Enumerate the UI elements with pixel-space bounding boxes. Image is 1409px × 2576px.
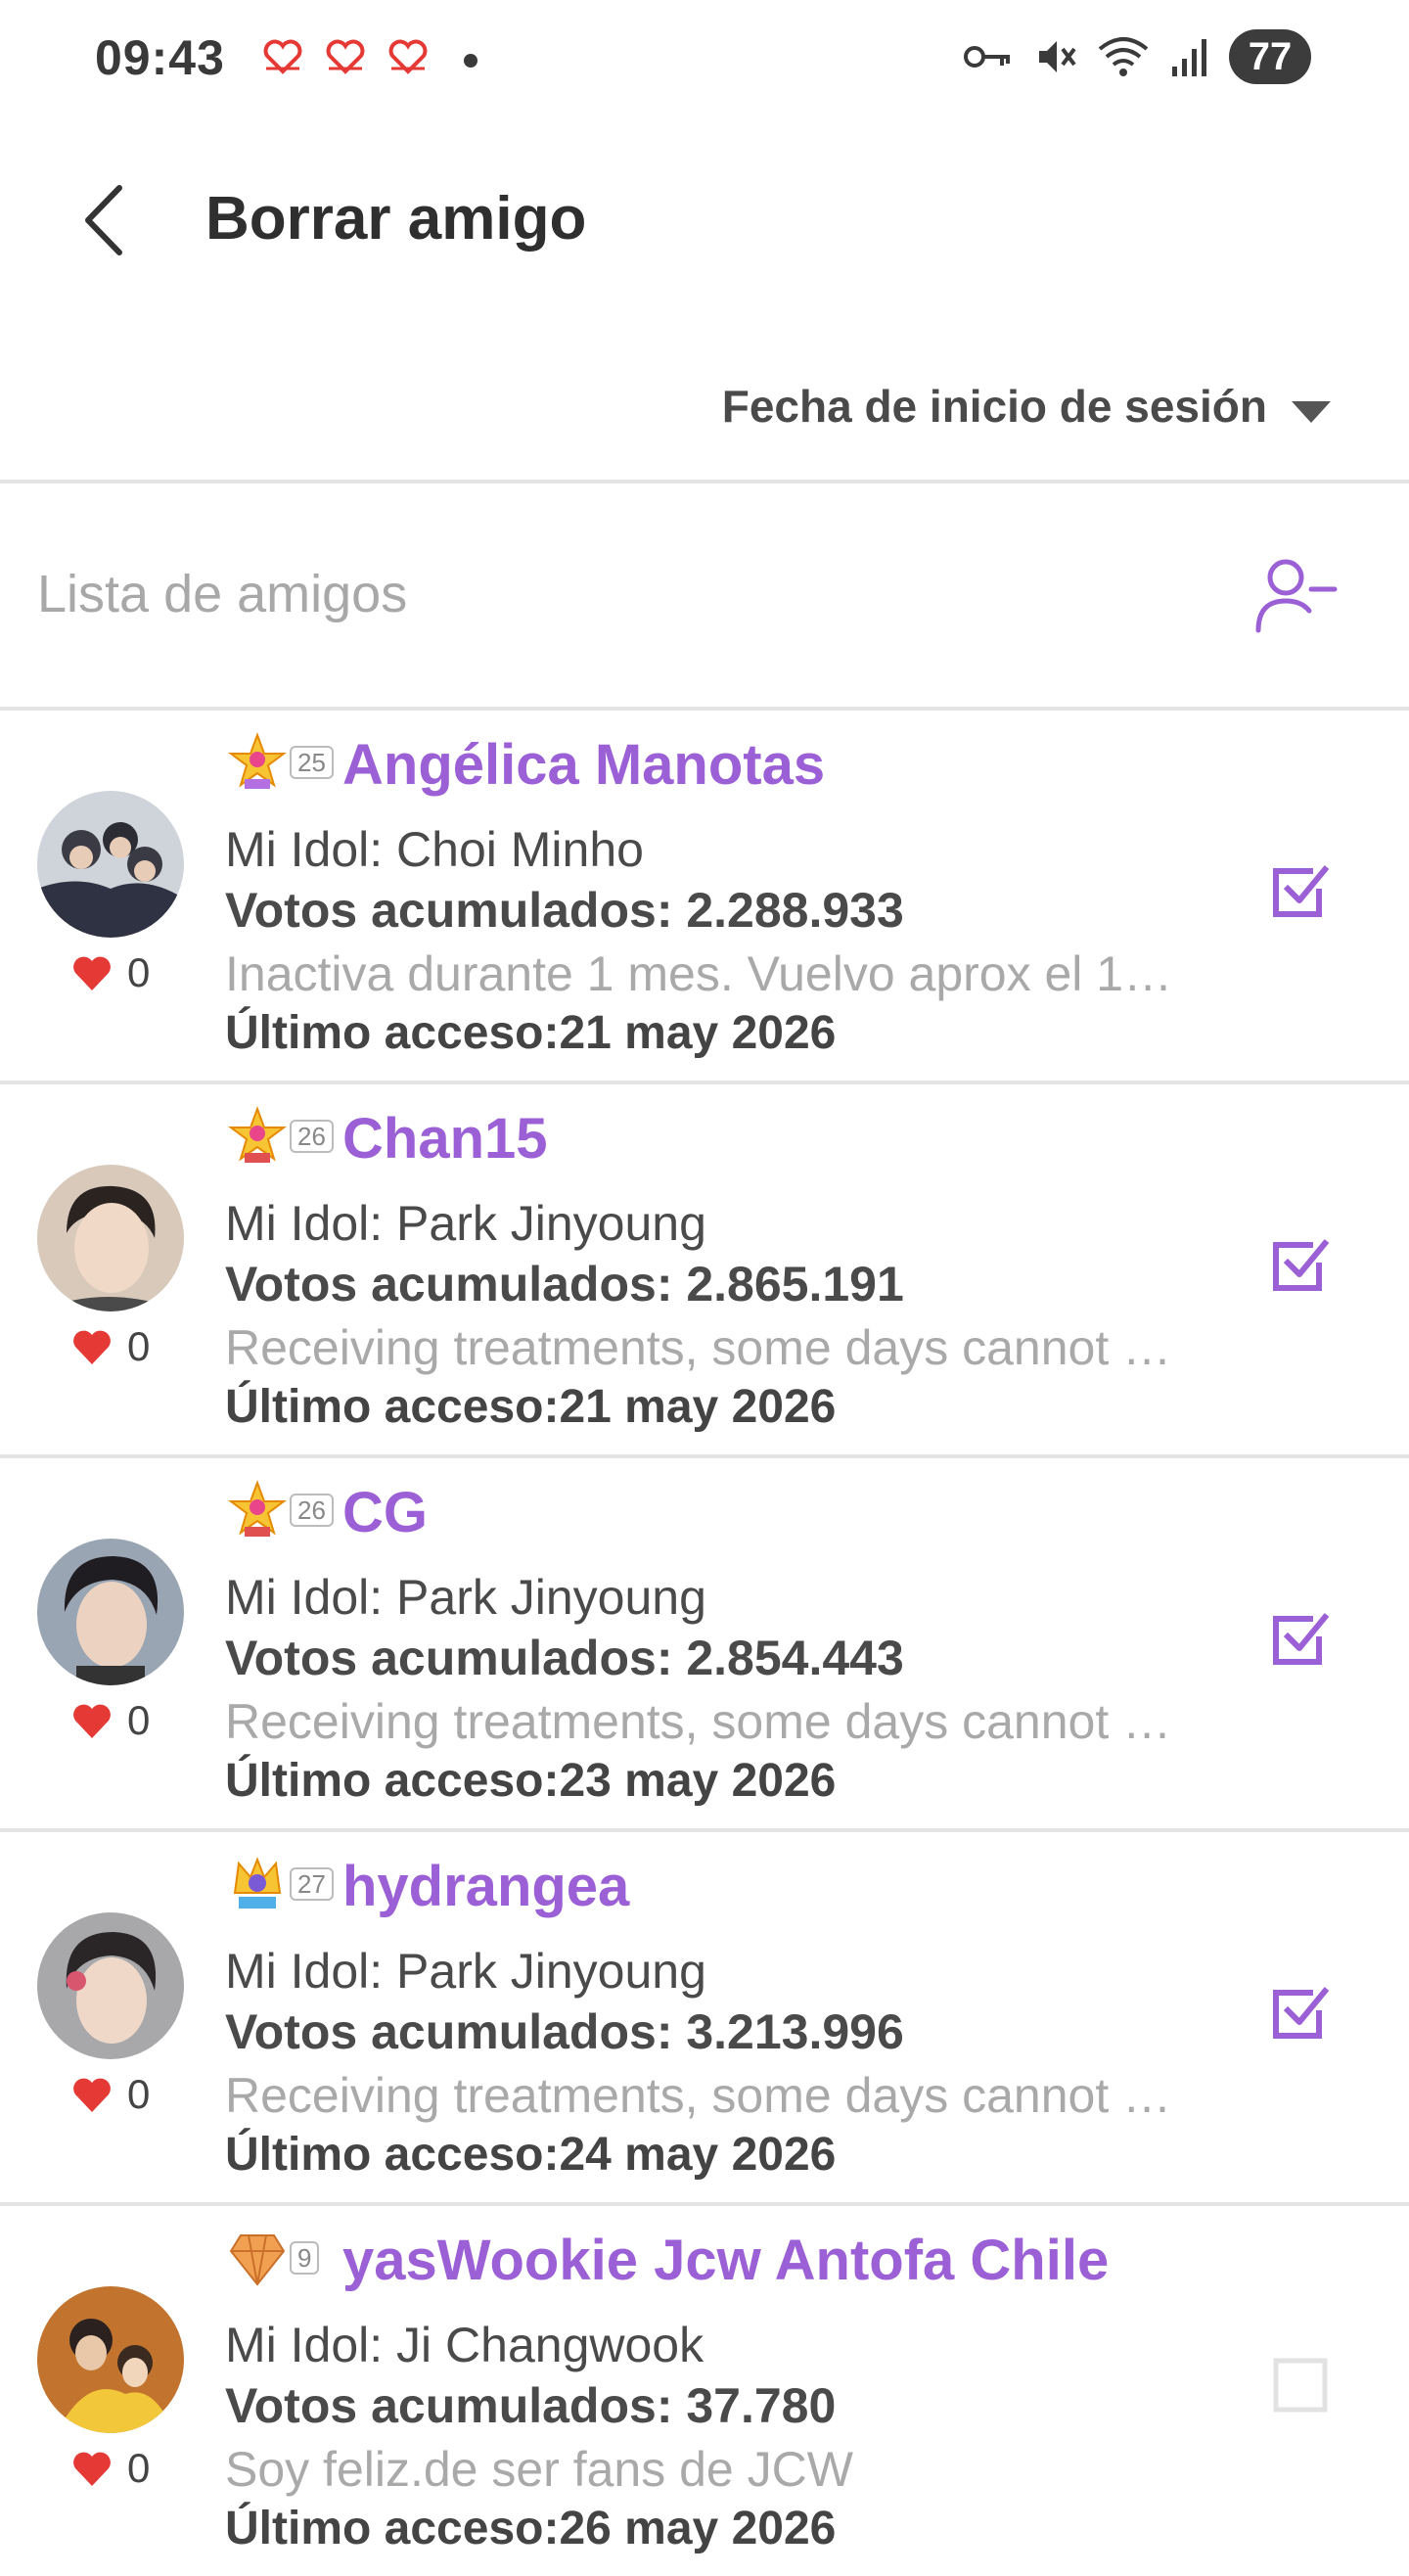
friend-last-access: Último acceso:21 may 2026 — [225, 1381, 837, 1433]
level-badge: 25 — [227, 732, 334, 793]
avatar[interactable] — [37, 1165, 184, 1311]
star-badge-icon — [228, 732, 287, 789]
friend-row[interactable]: 0 25 Angélica Manotas Mi Idol: Choi Minh… — [0, 707, 1409, 1081]
level-badge: 9 — [227, 2228, 320, 2288]
friend-row[interactable]: 0 26 Chan15 Mi Idol: Park Jinyoung Votos… — [0, 1081, 1409, 1454]
status-time: 09:43 — [95, 30, 225, 85]
likes[interactable]: 0 — [70, 1697, 150, 1744]
gem-badge-icon — [229, 2234, 286, 2286]
checkbox-checked-icon[interactable] — [1270, 1231, 1333, 1294]
remove-friend-icon[interactable] — [1252, 552, 1341, 640]
friend-row[interactable]: 0 26 CG Mi Idol: Park Jinyoung Votos acu… — [0, 1454, 1409, 1828]
level-badge: 27 — [227, 1854, 334, 1914]
heart-outline-icon — [326, 39, 365, 74]
mute-icon — [1039, 41, 1076, 72]
friend-status-message: Receiving treatments, some days cannot … — [225, 1320, 1172, 1375]
friend-last-access: Último acceso:21 may 2026 — [225, 1007, 837, 1059]
friend-votes: Votos acumulados: 2.854.443 — [225, 1631, 904, 1685]
star-badge-icon — [228, 1106, 287, 1163]
friend-row[interactable]: 0 27 hydrangea Mi Idol: Park Jinyoung Vo… — [0, 1828, 1409, 2202]
friend-status-message: Inactiva durante 1 mes. Vuelvo aprox el … — [225, 946, 1173, 1001]
heart-icon[interactable] — [70, 1701, 114, 1740]
likes[interactable]: 0 — [70, 1323, 150, 1370]
heart-icon[interactable] — [70, 2075, 114, 2114]
star-badge-icon — [228, 1480, 287, 1537]
wifi-icon — [1098, 37, 1149, 76]
friend-name[interactable]: CG — [342, 1480, 428, 1545]
level-number: 26 — [290, 1494, 334, 1527]
likes-count: 0 — [127, 1323, 151, 1369]
friend-status-message: Receiving treatments, some days cannot … — [225, 2068, 1172, 2123]
friend-status-message: Receiving treatments, some days cannot … — [225, 1694, 1172, 1749]
page-title: Borrar amigo — [205, 185, 587, 253]
friend-name[interactable]: hydrangea — [342, 1854, 629, 1919]
checkbox-unchecked-icon[interactable] — [1270, 2353, 1333, 2415]
friend-votes: Votos acumulados: 2.865.191 — [225, 1257, 904, 1311]
checkbox-checked-icon[interactable] — [1270, 857, 1333, 920]
avatar[interactable] — [37, 791, 184, 938]
avatar[interactable] — [37, 1912, 184, 2059]
friend-name[interactable]: yasWookie Jcw Antofa Chile — [342, 2228, 1109, 2293]
system-icons: 77 — [963, 29, 1311, 84]
key-icon — [964, 46, 1010, 68]
likes-count: 0 — [127, 1697, 151, 1743]
likes-count: 0 — [127, 2071, 151, 2117]
friend-idol: Mi Idol: Ji Changwook — [225, 2318, 704, 2372]
heart-icon[interactable] — [70, 2449, 114, 2488]
avatar[interactable] — [37, 1539, 184, 1685]
back-button[interactable] — [68, 176, 147, 264]
heart-icon[interactable] — [70, 1327, 114, 1366]
heart-outline-icon — [263, 39, 302, 74]
likes[interactable]: 0 — [70, 2445, 150, 2492]
level-badge: 26 — [227, 1480, 334, 1541]
sort-label[interactable]: Fecha de inicio de sesión — [722, 380, 1267, 433]
friend-votes: Votos acumulados: 3.213.996 — [225, 2004, 904, 2059]
friend-list: 0 25 Angélica Manotas Mi Idol: Choi Minh… — [0, 707, 1409, 2576]
likes-count: 0 — [127, 949, 151, 995]
level-number: 26 — [290, 1120, 334, 1153]
crown-badge-icon — [233, 1857, 282, 1909]
friend-idol: Mi Idol: Choi Minho — [225, 822, 644, 877]
status-bar: 09:43 77 — [0, 0, 1409, 117]
friend-list-header: Lista de amigos — [0, 485, 1409, 707]
sort-dropdown[interactable]: Fecha de inicio de sesión — [0, 352, 1409, 460]
likes[interactable]: 0 — [70, 2071, 150, 2118]
level-number: 27 — [290, 1867, 334, 1901]
friend-name[interactable]: Chan15 — [342, 1106, 548, 1172]
likes-count: 0 — [127, 2445, 151, 2491]
friend-last-access: Último acceso:24 may 2026 — [225, 2129, 837, 2181]
signal-icon — [1172, 39, 1206, 76]
friend-votes: Votos acumulados: 37.780 — [225, 2378, 837, 2433]
app-header: Borrar amigo — [0, 157, 1409, 284]
friend-name[interactable]: Angélica Manotas — [342, 732, 825, 798]
status-notification-icons — [262, 39, 429, 74]
heart-outline-icon — [388, 39, 428, 74]
friend-list-title: Lista de amigos — [37, 565, 408, 623]
friend-idol: Mi Idol: Park Jinyoung — [225, 1570, 706, 1625]
friend-last-access: Último acceso:23 may 2026 — [225, 1755, 837, 1807]
battery-indicator: 77 — [1229, 29, 1311, 84]
level-number: 25 — [290, 746, 334, 779]
checkbox-checked-icon[interactable] — [1270, 1605, 1333, 1668]
friend-last-access: Último acceso:26 may 2026 — [225, 2503, 837, 2554]
checkbox-checked-icon[interactable] — [1270, 1979, 1333, 2042]
divider — [0, 480, 1409, 483]
level-number: 9 — [290, 2241, 320, 2275]
friend-idol: Mi Idol: Park Jinyoung — [225, 1196, 706, 1251]
notification-dot — [464, 54, 477, 68]
level-badge: 26 — [227, 1106, 334, 1167]
likes[interactable]: 0 — [70, 949, 150, 996]
avatar[interactable] — [37, 2286, 184, 2433]
friend-votes: Votos acumulados: 2.288.933 — [225, 883, 904, 938]
friend-row[interactable]: 0 9 yasWookie Jcw Antofa Chile Mi Idol: … — [0, 2202, 1409, 2576]
friend-status-message: Soy feliz.de ser fans de JCW — [225, 2442, 853, 2497]
friend-idol: Mi Idol: Park Jinyoung — [225, 1944, 706, 1999]
heart-icon[interactable] — [70, 953, 114, 992]
chevron-down-icon[interactable] — [1292, 401, 1331, 423]
